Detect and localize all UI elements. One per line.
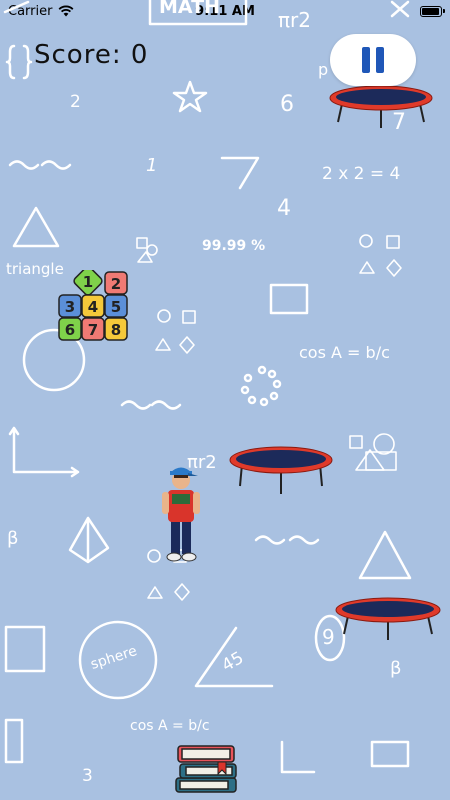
number-two-label: 2 xyxy=(70,92,81,112)
trampoline-platform xyxy=(229,446,333,494)
player-character xyxy=(162,467,200,562)
star-shape xyxy=(172,80,208,113)
tilde-shape xyxy=(120,400,152,410)
cross-shape xyxy=(390,0,410,18)
beta-label: β xyxy=(390,658,402,679)
pause-icon xyxy=(376,47,384,73)
triangle-shape xyxy=(12,206,60,248)
triangle-fragment-shape xyxy=(3,0,30,14)
block-digit: 8 xyxy=(111,321,121,339)
number-six-label: 6 xyxy=(280,92,294,117)
block-digit: 7 xyxy=(88,321,98,339)
right-brace-shape xyxy=(22,44,33,80)
dotted-ring-shape xyxy=(240,365,282,407)
block-digit: 6 xyxy=(65,321,75,339)
math-label: MATH xyxy=(159,0,220,18)
pause-icon xyxy=(362,47,370,73)
number-blocks-item[interactable]: 1 2 3 4 5 6 7 8 xyxy=(55,270,135,344)
tilde-shape xyxy=(8,160,40,170)
pyramid-shape xyxy=(68,516,110,564)
number-three-label: 3 xyxy=(82,766,93,786)
rectangle-shape xyxy=(269,283,309,315)
axes-small-shape xyxy=(280,740,316,774)
number-one-label: 1 xyxy=(146,155,158,176)
percent-label: 99.99 % xyxy=(202,238,266,254)
tall-rectangle-shape xyxy=(4,718,24,764)
number-nine-label: 9 xyxy=(322,625,335,649)
multiplication-label: 2 x 2 = 4 xyxy=(322,164,401,184)
tilde-shape xyxy=(40,160,72,170)
score-label: Score: xyxy=(34,40,122,70)
score-value: 0 xyxy=(130,40,149,70)
tilde-shape xyxy=(288,535,320,545)
p-label: p xyxy=(318,60,329,79)
triangle-shape xyxy=(358,530,412,580)
pi-r-squared-label: πr2 xyxy=(278,8,311,32)
tilde-shape xyxy=(150,400,182,410)
pause-button[interactable] xyxy=(330,34,416,86)
block-digit: 4 xyxy=(88,298,98,316)
block-digit: 3 xyxy=(65,298,75,316)
cosine-formula-label: cos A = b/c xyxy=(299,343,390,362)
axes-shape xyxy=(8,426,80,478)
tilde-shape xyxy=(254,535,286,545)
rectangle-shape xyxy=(370,740,410,768)
cosine-formula-label: cos A = b/c xyxy=(130,718,210,734)
trampoline-platform xyxy=(329,85,433,128)
number-four-label: 4 xyxy=(277,196,291,221)
score-display: Score: 0 xyxy=(34,40,148,70)
block-digit: 1 xyxy=(83,273,93,291)
square-shape xyxy=(4,625,46,673)
block-digit: 2 xyxy=(111,275,121,293)
books-item[interactable] xyxy=(172,740,242,796)
trampoline-platform xyxy=(335,597,441,640)
beta-label: β xyxy=(7,528,19,549)
block-digit: 5 xyxy=(111,298,121,316)
angle-shape xyxy=(220,156,260,190)
left-brace-shape xyxy=(5,44,16,80)
